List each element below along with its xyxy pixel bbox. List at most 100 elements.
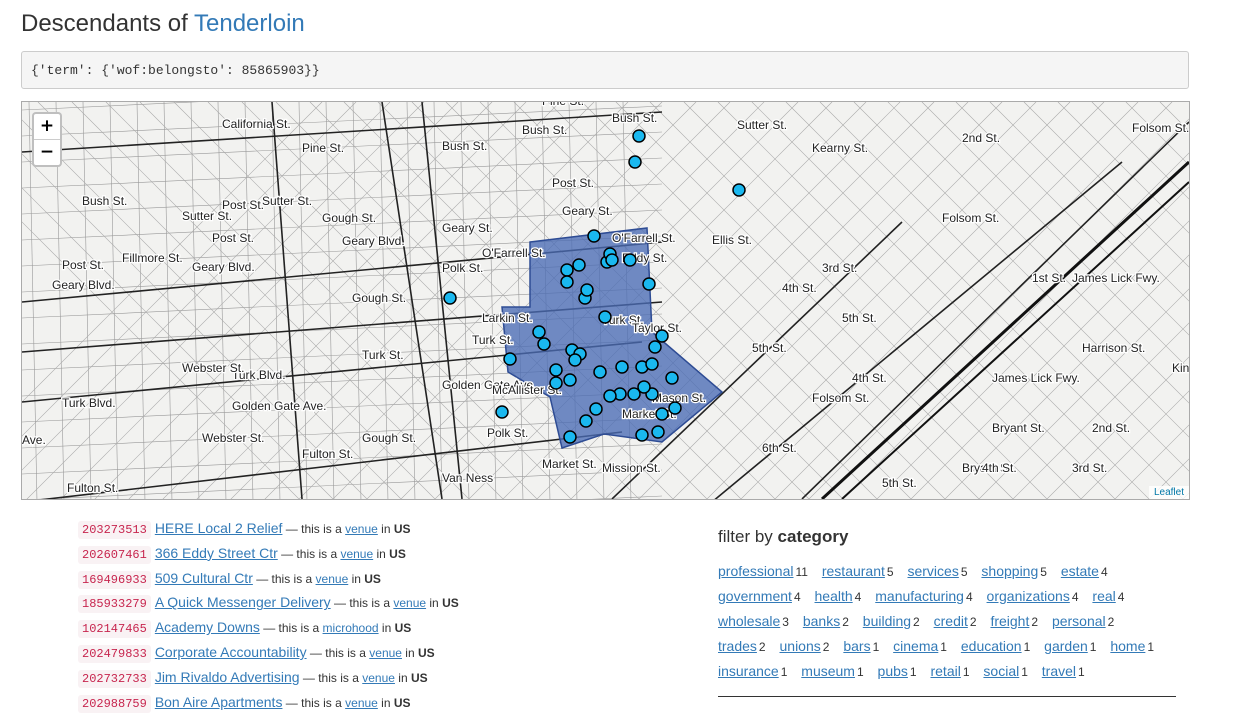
category-count: 4	[854, 590, 862, 604]
category-link[interactable]: estate	[1061, 563, 1099, 579]
record-sep: — this is a	[259, 621, 323, 636]
record-in: in	[401, 645, 418, 660]
category-item: organizations 4	[987, 588, 1079, 604]
wof-id: 169496933	[78, 570, 151, 589]
category-link[interactable]: retail	[930, 663, 960, 679]
venue-marker	[443, 291, 457, 305]
map-tiles[interactable]: Pine St. California St. Pine St. Bush St. Bu…	[22, 102, 1189, 499]
category-count: 2	[913, 615, 920, 629]
record-name-link[interactable]: Bon Aire Apartments	[155, 694, 283, 710]
venue-marker	[605, 253, 619, 267]
street-line	[94, 102, 493, 499]
category-count: 1	[1089, 640, 1097, 654]
wof-id: 203273513	[78, 521, 151, 539]
street-label: 2nd St.	[1092, 421, 1130, 435]
record-name-link[interactable]: Jim Rivaldo Advertising	[155, 669, 300, 685]
record-country: US	[394, 621, 412, 636]
category-link[interactable]: bars	[843, 638, 870, 654]
street-label: Geary Blvd.	[192, 260, 255, 274]
map[interactable]: Pine St. California St. Pine St. Bush St. Bu…	[21, 101, 1190, 500]
category-item: education 1	[961, 638, 1030, 654]
category-item: garden 1	[1044, 638, 1096, 654]
category-link[interactable]: shopping	[981, 563, 1038, 579]
venue-marker	[615, 360, 629, 374]
leaflet-attribution[interactable]: Leaflet	[1148, 486, 1189, 499]
category-link[interactable]: freight	[990, 613, 1029, 629]
record-type-link[interactable]: microhood	[323, 621, 379, 635]
category-count: 2	[1031, 615, 1039, 629]
record-name-link[interactable]: HERE Local 2 Relief	[155, 520, 283, 536]
category-link[interactable]: banks	[803, 613, 840, 629]
category-item: trades 2	[718, 638, 766, 654]
record-type-link[interactable]: venue	[369, 646, 402, 660]
venue-marker	[668, 401, 682, 415]
street-label: Sutter St.	[262, 194, 312, 208]
category-link[interactable]: restaurant	[822, 563, 885, 579]
category-link[interactable]: services	[907, 563, 958, 579]
record-meta: — this is a venue in US	[300, 671, 428, 685]
record-type-link[interactable]: venue	[393, 596, 426, 610]
category-link[interactable]: credit	[934, 613, 968, 629]
category-link[interactable]: trades	[718, 638, 757, 654]
category-link[interactable]: social	[983, 663, 1019, 679]
category-count: 1	[872, 640, 880, 654]
category-link[interactable]: home	[1110, 638, 1145, 654]
category-link[interactable]: education	[961, 638, 1022, 654]
record-name-link[interactable]: 366 Eddy Street Ctr	[155, 545, 278, 561]
category-link[interactable]: museum	[801, 663, 855, 679]
record-sep: — this is a	[282, 522, 346, 536]
category-link[interactable]: garden	[1044, 638, 1088, 654]
category-link[interactable]: manufacturing	[875, 588, 964, 604]
street-line	[460, 102, 470, 499]
wof-id: 202988759	[78, 694, 151, 713]
major-road	[271, 102, 303, 499]
venue-marker	[665, 371, 679, 385]
category-link[interactable]: organizations	[987, 588, 1070, 604]
record-name-link[interactable]: A Quick Messenger Delivery	[155, 594, 331, 610]
category-link[interactable]: wholesale	[718, 613, 780, 629]
record-meta: — this is a venue in US	[253, 572, 381, 586]
record-type-link[interactable]: venue	[362, 671, 395, 685]
street-label: Bryant St.	[992, 421, 1045, 435]
record-name-link[interactable]: Corporate Accountability	[155, 644, 307, 660]
zoom-in-button[interactable]: +	[34, 114, 60, 139]
street-label: Polk St.	[487, 426, 528, 440]
category-link[interactable]: unions	[780, 638, 821, 654]
record-type-link[interactable]: venue	[345, 522, 378, 536]
street-label: Folsom St.	[812, 391, 869, 405]
category-link[interactable]: professional	[718, 563, 794, 579]
category-link[interactable]: government	[718, 588, 792, 604]
venue-marker	[579, 414, 593, 428]
venue-marker	[495, 405, 509, 419]
record-list: 203273513 HERE Local 2 Relief — this is a…	[78, 520, 678, 718]
street-line	[190, 102, 200, 499]
record-country: US	[364, 571, 381, 586]
record-type-link[interactable]: venue	[340, 547, 373, 561]
category-link[interactable]: health	[815, 588, 853, 604]
category-count: 2	[842, 615, 849, 629]
venue-marker	[598, 310, 612, 324]
record-meta: — this is a venue in US	[307, 646, 435, 660]
record-type-link[interactable]: venue	[345, 696, 378, 710]
category-link[interactable]: pubs	[878, 663, 908, 679]
category-count: 1	[962, 665, 970, 679]
record-type-link[interactable]: venue	[316, 572, 349, 586]
street-label: Gough St.	[362, 431, 416, 445]
zoom-out-button[interactable]: −	[34, 139, 60, 165]
category-link[interactable]: travel	[1042, 663, 1076, 679]
category-count: 4	[1071, 590, 1079, 604]
category-link[interactable]: real	[1092, 588, 1115, 604]
list-item: 169496933 509 Cultural Ctr — this is a ve…	[78, 570, 678, 595]
category-link[interactable]: insurance	[718, 663, 779, 679]
record-name-link[interactable]: 509 Cultural Ctr	[155, 570, 253, 586]
venue-marker	[655, 329, 669, 343]
category-link[interactable]: building	[863, 613, 911, 629]
query-box: {'term': {'wof:belongsto': 85865903}}	[21, 51, 1189, 89]
list-item: 203273513 HERE Local 2 Relief — this is a…	[78, 520, 678, 545]
category-link[interactable]: cinema	[893, 638, 938, 654]
record-name-link[interactable]: Academy Downs	[155, 619, 260, 635]
venue-marker	[563, 430, 577, 444]
street-label: Turk Blvd.	[62, 396, 116, 410]
category-link[interactable]: personal	[1052, 613, 1106, 629]
place-link[interactable]: Tenderloin	[194, 10, 305, 37]
